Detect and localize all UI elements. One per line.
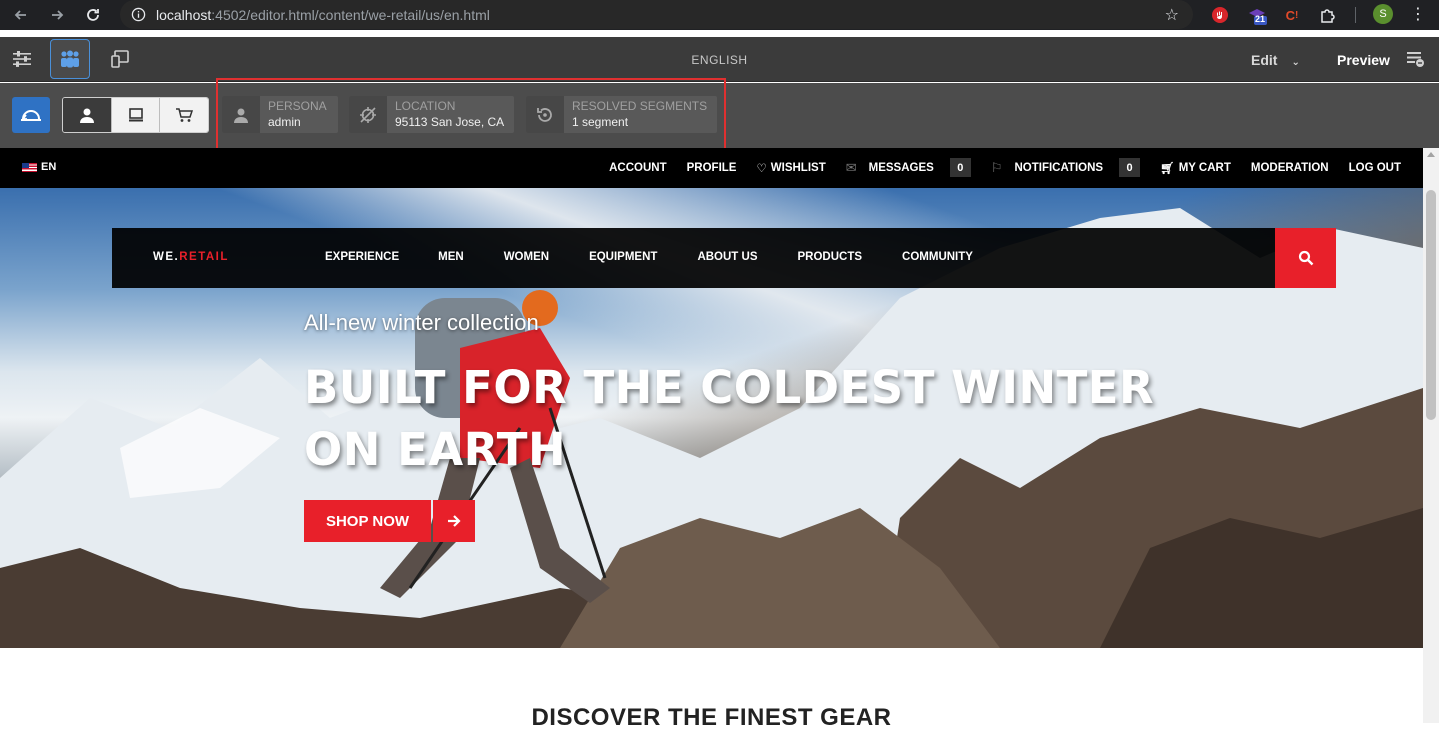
persona-mode-button[interactable] bbox=[63, 98, 112, 132]
messages-count-badge: 0 bbox=[949, 158, 971, 177]
nav-item-products[interactable]: PRODUCTS bbox=[798, 251, 863, 263]
extension-red-icon[interactable] bbox=[1209, 4, 1231, 26]
annotation-highlight-box bbox=[216, 78, 726, 152]
nav-item-about-us[interactable]: ABOUT US bbox=[697, 251, 757, 263]
language-label: EN bbox=[41, 161, 57, 173]
section-heading: DISCOVER THE FINEST GEAR bbox=[531, 704, 892, 731]
search-icon bbox=[1298, 250, 1313, 266]
reload-icon[interactable] bbox=[78, 0, 108, 30]
account-link[interactable]: ACCOUNT bbox=[609, 162, 667, 174]
device-mode-button[interactable] bbox=[111, 98, 161, 132]
notifications-list-icon[interactable] bbox=[1405, 50, 1425, 73]
page-scrollbar[interactable] bbox=[1423, 148, 1439, 723]
extension-badge-count: 21 bbox=[1255, 14, 1266, 24]
cart-link[interactable]: 🛒︎ MY CART bbox=[1160, 161, 1231, 175]
device-icon bbox=[128, 108, 143, 122]
shop-now-label: SHOP NOW bbox=[304, 500, 431, 542]
nav-item-experience[interactable]: EXPERIENCE bbox=[325, 251, 399, 263]
kebab-menu-icon[interactable]: ⋮ bbox=[1410, 4, 1426, 24]
url-host: localhost bbox=[156, 6, 212, 23]
wishlist-label: WISHLIST bbox=[770, 161, 826, 174]
preview-button[interactable]: Preview bbox=[1337, 52, 1390, 68]
contexthub-reset-icon bbox=[21, 110, 41, 121]
messages-label: MESSAGES bbox=[868, 161, 934, 174]
us-flag-icon bbox=[22, 162, 37, 172]
envelope-icon: ✉ bbox=[845, 159, 857, 175]
scroll-up-arrow-icon[interactable] bbox=[1427, 152, 1435, 157]
messages-link[interactable]: ✉ MESSAGES 0 bbox=[846, 158, 971, 177]
notifications-label: NOTIFICATIONS bbox=[1014, 161, 1104, 174]
browser-toolbar: localhost:4502/editor.html/content/we-re… bbox=[0, 0, 1439, 30]
search-button[interactable] bbox=[1275, 228, 1336, 288]
nav-item-community[interactable]: COMMUNITY bbox=[902, 251, 973, 263]
arrow-right-icon bbox=[433, 500, 475, 542]
site-info-icon[interactable] bbox=[120, 7, 156, 22]
shop-now-button[interactable]: SHOP NOW bbox=[304, 500, 475, 542]
mode-dropdown-label: Edit bbox=[1251, 52, 1278, 68]
hero-title: BUILT FOR THE COLDEST WINTER ON EARTH bbox=[304, 361, 1155, 476]
contexthub-mode-group bbox=[62, 97, 209, 133]
notifications-link[interactable]: ⚐ NOTIFICATIONS 0 bbox=[990, 158, 1141, 177]
contexthub-toggle-button[interactable] bbox=[12, 97, 50, 133]
nav-item-equipment[interactable]: EQUIPMENT bbox=[589, 251, 657, 263]
scrollbar-thumb[interactable] bbox=[1426, 190, 1436, 420]
page-language-title: ENGLISH bbox=[691, 53, 748, 67]
url-path: :4502/editor.html/content/we-retail/us/e… bbox=[211, 6, 490, 23]
url-text: localhost:4502/editor.html/content/we-re… bbox=[156, 7, 490, 23]
back-arrow-icon[interactable] bbox=[6, 0, 36, 30]
shopping-cart-icon: 🛒︎ bbox=[1160, 162, 1175, 175]
hero-subtitle: All-new winter collection bbox=[304, 310, 539, 335]
site-utility-bar: EN ACCOUNT PROFILE ♡ WISHLIST ✉ MESSAGES 0 … bbox=[0, 148, 1423, 188]
logout-link[interactable]: LOG OUT bbox=[1349, 162, 1401, 174]
extension-badge-icon[interactable]: 21 bbox=[1246, 4, 1268, 26]
forward-arrow-icon[interactable] bbox=[42, 0, 72, 30]
cart-label: MY CART bbox=[1178, 161, 1231, 174]
we-retail-logo[interactable]: WE.RETAIL bbox=[153, 251, 229, 263]
profile-avatar[interactable]: S bbox=[1373, 4, 1393, 24]
editor-toolbar: ENGLISH Edit ⌄ Preview bbox=[0, 37, 1439, 82]
nav-menu: EXPERIENCE MEN WOMEN EQUIPMENT ABOUT US … bbox=[325, 251, 973, 263]
user-icon bbox=[79, 108, 94, 123]
toolbar-divider bbox=[1355, 7, 1356, 23]
logo-prefix: WE. bbox=[153, 251, 180, 263]
nav-item-women[interactable]: WOMEN bbox=[504, 251, 549, 263]
extensions-puzzle-icon[interactable] bbox=[1317, 4, 1339, 26]
chevron-down-icon: ⌄ bbox=[1291, 57, 1300, 68]
heart-icon: ♡ bbox=[756, 162, 767, 175]
address-bar[interactable]: localhost:4502/editor.html/content/we-re… bbox=[120, 0, 1193, 29]
flag-icon: ⚐ bbox=[990, 159, 1003, 175]
cart-mode-button[interactable] bbox=[160, 98, 208, 132]
mode-dropdown[interactable]: Edit ⌄ bbox=[1251, 52, 1300, 68]
main-navigation: WE.RETAIL EXPERIENCE MEN WOMEN EQUIPMENT… bbox=[112, 228, 1336, 288]
moderation-link[interactable]: MODERATION bbox=[1251, 162, 1329, 174]
logo-suffix: RETAIL bbox=[179, 251, 229, 263]
bookmark-star-icon[interactable]: ☆ bbox=[1165, 5, 1179, 25]
extension-c-icon[interactable]: C! bbox=[1281, 4, 1303, 26]
notifications-count-badge: 0 bbox=[1119, 158, 1141, 177]
language-selector[interactable]: EN bbox=[22, 161, 56, 173]
profile-link[interactable]: PROFILE bbox=[687, 162, 737, 174]
wishlist-link[interactable]: ♡ WISHLIST bbox=[756, 161, 825, 175]
nav-item-men[interactable]: MEN bbox=[438, 251, 464, 263]
cart-icon bbox=[176, 108, 194, 122]
